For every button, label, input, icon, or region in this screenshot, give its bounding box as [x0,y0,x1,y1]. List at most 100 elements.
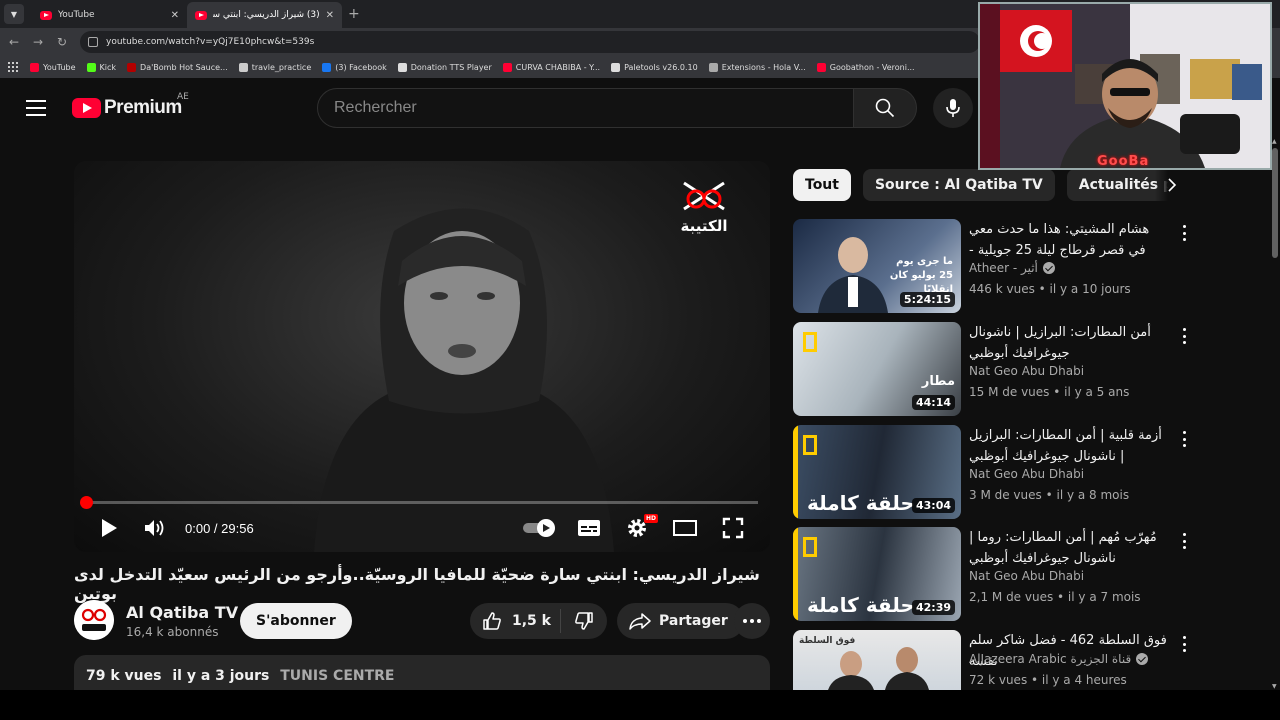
volume-button[interactable] [142,515,168,541]
thumbnail-overlay-text: ما جرى يوم 25 يوليو كان انقلابًا [889,256,953,295]
recommended-video[interactable]: ما جرى يوم 25 يوليو كان انقلابًا 5:24:15… [793,219,1193,314]
search-input[interactable] [334,99,853,117]
progress-bar[interactable] [80,496,758,509]
forward-icon[interactable]: → [26,35,50,49]
youtube-premium-logo[interactable]: Premium [72,97,182,119]
page-scrollbar[interactable]: ▲ ▼ [1270,138,1280,690]
dislike-button[interactable] [561,603,607,639]
youtube-favicon-icon [195,10,207,20]
site-info-icon[interactable] [88,37,98,47]
channel-label: AlJazeera Arabic قناة الجزيرة [969,652,1132,666]
bookmark-extensions[interactable]: Extensions - Hola V... [708,62,806,72]
play-button[interactable] [96,515,122,541]
scroll-down-icon[interactable]: ▼ [1272,683,1277,690]
scrollbar-thumb[interactable] [1272,148,1278,258]
channel-avatar[interactable] [74,600,114,640]
view-count: 79 k vues [86,668,162,684]
menu-icon[interactable] [26,100,46,116]
microphone-icon [946,99,960,117]
video-options-button[interactable] [1183,328,1187,344]
video-options-button[interactable] [1183,431,1187,447]
tab-search-button[interactable]: ▼ [4,4,24,24]
bookmark-kick[interactable]: Kick [86,62,116,72]
browser-tab-video[interactable]: (3) شيراز الدريسي: ابنتي سارة ضـ ✕ [187,2,342,28]
bookmark-dabomb[interactable]: Da'Bomb Hot Sauce... [127,62,228,72]
chip-source-channel[interactable]: Source : Al Qatiba TV [862,169,1055,201]
video-options-button[interactable] [1183,636,1187,652]
recommended-title[interactable]: أزمة قلبية | أمن المطارات: البرازيل | نا… [969,425,1169,467]
bookmark-label: (3) Facebook [335,62,387,72]
video-duration: 44:14 [911,395,955,410]
more-actions-button[interactable] [734,603,770,639]
url-text: youtube.com/watch?v=yQj7E10phcw&t=539s [106,37,315,47]
recommended-video[interactable]: مطار 44:14 أمن المطارات: البرازيل | ناشو… [793,322,1193,417]
new-tab-icon[interactable]: + [348,6,360,22]
bookmark-donation-tts[interactable]: Donation TTS Player [397,62,492,72]
theater-mode-icon [673,520,697,536]
fullscreen-button[interactable] [720,515,746,541]
recommended-title[interactable]: هشام المشيتي: هذا ما حدث معي في قصر قرطا… [969,219,1169,261]
thumbnail-image [828,647,929,690]
video-thumbnail[interactable]: حلقة كاملة 42:39 [793,527,961,621]
recommended-meta: 2,1 M de vues • il y a 7 mois [969,590,1141,604]
bookmark-facebook[interactable]: (3) Facebook [322,62,387,72]
browser-tab-youtube[interactable]: YouTube ✕ [32,2,187,28]
theater-mode-button[interactable] [672,515,698,541]
recommended-title[interactable]: مُهرّب مُهم | أمن المطارات: روما | ناشون… [969,527,1169,569]
chip-all[interactable]: Tout [793,169,851,201]
reload-icon[interactable]: ↻ [50,35,74,49]
bookmark-travle[interactable]: travle_practice [238,62,311,72]
recommended-meta: 446 k vues • il y a 10 jours [969,282,1131,296]
search-box[interactable] [317,88,854,128]
like-count: 1,5 k [512,613,551,629]
url-field[interactable]: youtube.com/watch?v=yQj7E10phcw&t=539s [80,31,980,53]
scrubber-handle[interactable] [80,496,93,509]
subscribe-button[interactable]: S'abonner [240,603,352,639]
like-button[interactable]: 1,5 k [470,603,560,639]
subtitles-button[interactable] [576,515,602,541]
location-tag[interactable]: TUNIS CENTRE [280,668,394,684]
taskbar [0,690,1280,720]
video-duration: 42:39 [911,600,955,615]
scroll-up-icon[interactable]: ▲ [1272,138,1277,145]
video-thumbnail[interactable]: فوق السلطة [793,630,961,690]
recommended-video[interactable]: حلقة كاملة 43:04 أزمة قلبية | أمن المطار… [793,425,1193,520]
voice-search-button[interactable] [933,88,973,128]
video-thumbnail[interactable]: حلقة كاملة 43:04 [793,425,961,519]
bookmark-goobathon[interactable]: Goobathon - Veroni... [816,62,915,72]
video-thumbnail[interactable]: ما جرى يوم 25 يوليو كان انقلابًا 5:24:15 [793,219,961,313]
share-button[interactable]: Partager [617,603,744,639]
video-player[interactable]: الكتيبة 0:00 / 29:56 HD [74,161,770,552]
subtitles-icon [578,520,600,536]
bookmark-youtube[interactable]: YouTube [30,62,76,72]
search-button[interactable] [853,88,917,128]
bookmark-paletools[interactable]: Paletools v26.0.10 [611,62,698,72]
channel-watermark[interactable]: الكتيبة [672,179,736,235]
bookmark-label: Donation TTS Player [410,62,492,72]
back-icon[interactable]: ← [2,35,26,49]
bookmark-curva[interactable]: CURVA CHABIBA - Y... [502,62,600,72]
close-tab-icon[interactable]: ✕ [171,10,179,21]
channel-name[interactable]: Al Qatiba TV [126,603,238,622]
bookmark-favicon-icon [397,62,407,72]
video-options-button[interactable] [1183,533,1187,549]
recommended-channel[interactable]: Nat Geo Abu Dhabi [969,364,1084,378]
autoplay-toggle-icon [523,519,555,537]
apps-grid-icon[interactable] [8,62,18,72]
recommended-video[interactable]: حلقة كاملة 42:39 مُهرّب مُهم | أمن المطا… [793,527,1193,622]
autoplay-toggle[interactable] [520,515,560,541]
player-controls: 0:00 / 29:56 HD [74,511,770,545]
recommended-channel[interactable]: Nat Geo Abu Dhabi [969,569,1084,583]
video-duration: 43:04 [911,498,955,513]
description-box[interactable]: 79 k vues il y a 3 jours TUNIS CENTRE [74,655,770,695]
recommended-channel[interactable]: AlJazeera Arabic قناة الجزيرة [969,652,1149,666]
video-options-button[interactable] [1183,225,1187,241]
bookmark-favicon-icon [502,62,512,72]
recommended-title[interactable]: أمن المطارات: البرازيل | ناشونال جيوغراف… [969,322,1169,364]
recommended-channel[interactable]: Atheer - أثير [969,261,1055,275]
recommended-channel[interactable]: Nat Geo Abu Dhabi [969,467,1084,481]
close-tab-icon[interactable]: ✕ [326,10,334,21]
chips-next-button[interactable] [1155,169,1188,201]
video-thumbnail[interactable]: مطار 44:14 [793,322,961,416]
play-icon [102,519,117,537]
